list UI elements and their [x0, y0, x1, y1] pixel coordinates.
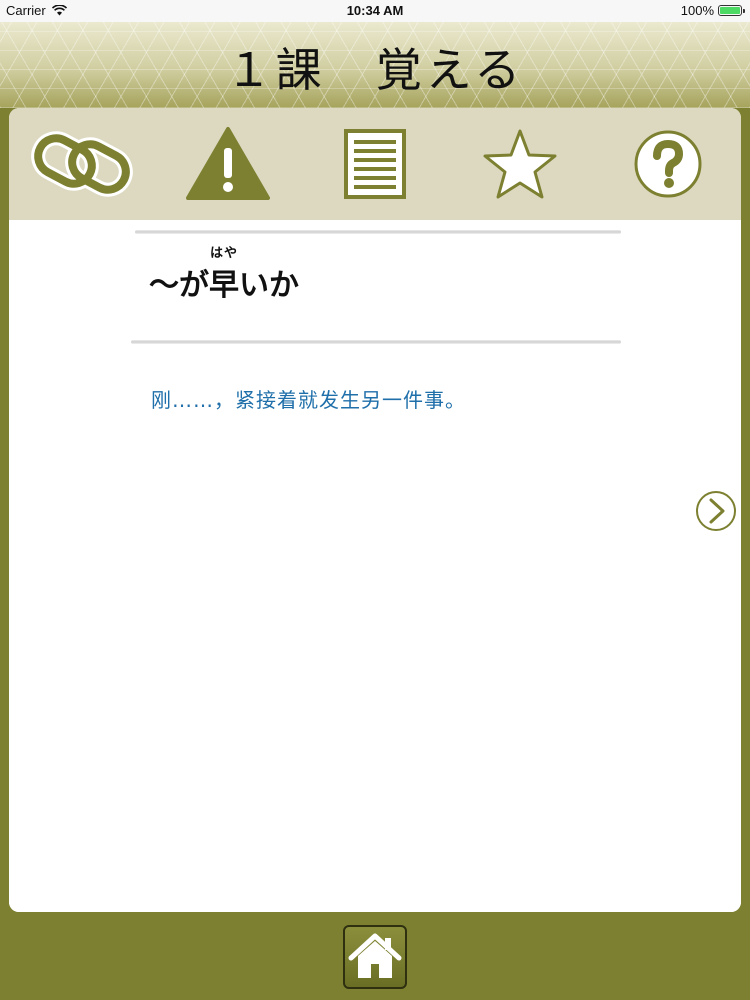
- meaning-text: 刚……，紧接着就发生另一件事。: [151, 388, 466, 412]
- grammar-kanji-with-reading: 早はや: [209, 246, 239, 304]
- chevron-right-icon: [696, 491, 736, 531]
- star-icon: [483, 129, 557, 199]
- grammar-pattern: ～が早 はや いか: [149, 246, 299, 304]
- document-icon: [344, 129, 406, 199]
- furigana-reading: はや: [209, 246, 238, 261]
- grammar-prefix: ～が: [149, 268, 209, 303]
- home-icon: [348, 933, 402, 978]
- warning-button[interactable]: [173, 124, 283, 204]
- battery-percent: 100%: [680, 3, 714, 18]
- grammar-kanji: 早: [209, 268, 239, 303]
- content-area: ～が早 はや いか 刚……，紧接着就发生另一件事。: [9, 220, 741, 912]
- favorite-button[interactable]: [465, 124, 575, 204]
- next-button[interactable]: [695, 490, 737, 532]
- top-divider: [135, 230, 621, 234]
- toolbar: [9, 108, 741, 220]
- battery-icon: [718, 5, 745, 16]
- link-button[interactable]: [27, 124, 137, 204]
- document-button[interactable]: [320, 124, 430, 204]
- battery-level: [720, 7, 740, 14]
- help-icon: [634, 130, 702, 198]
- warning-icon: [186, 127, 270, 200]
- link-icon: [31, 131, 133, 197]
- bottom-divider: [131, 340, 621, 344]
- grammar-suffix: いか: [239, 268, 299, 303]
- main-panel: ～が早 はや いか 刚……，紧接着就发生另一件事。: [9, 108, 741, 912]
- status-bar: Carrier 10:34 AM 100%: [0, 0, 750, 22]
- help-button[interactable]: [613, 124, 723, 204]
- page-title: １課 覚える: [225, 43, 525, 97]
- status-time: 10:34 AM: [346, 3, 404, 18]
- home-button[interactable]: [343, 925, 407, 989]
- status-right: 100%: [680, 3, 745, 18]
- header: １課 覚える: [0, 22, 750, 108]
